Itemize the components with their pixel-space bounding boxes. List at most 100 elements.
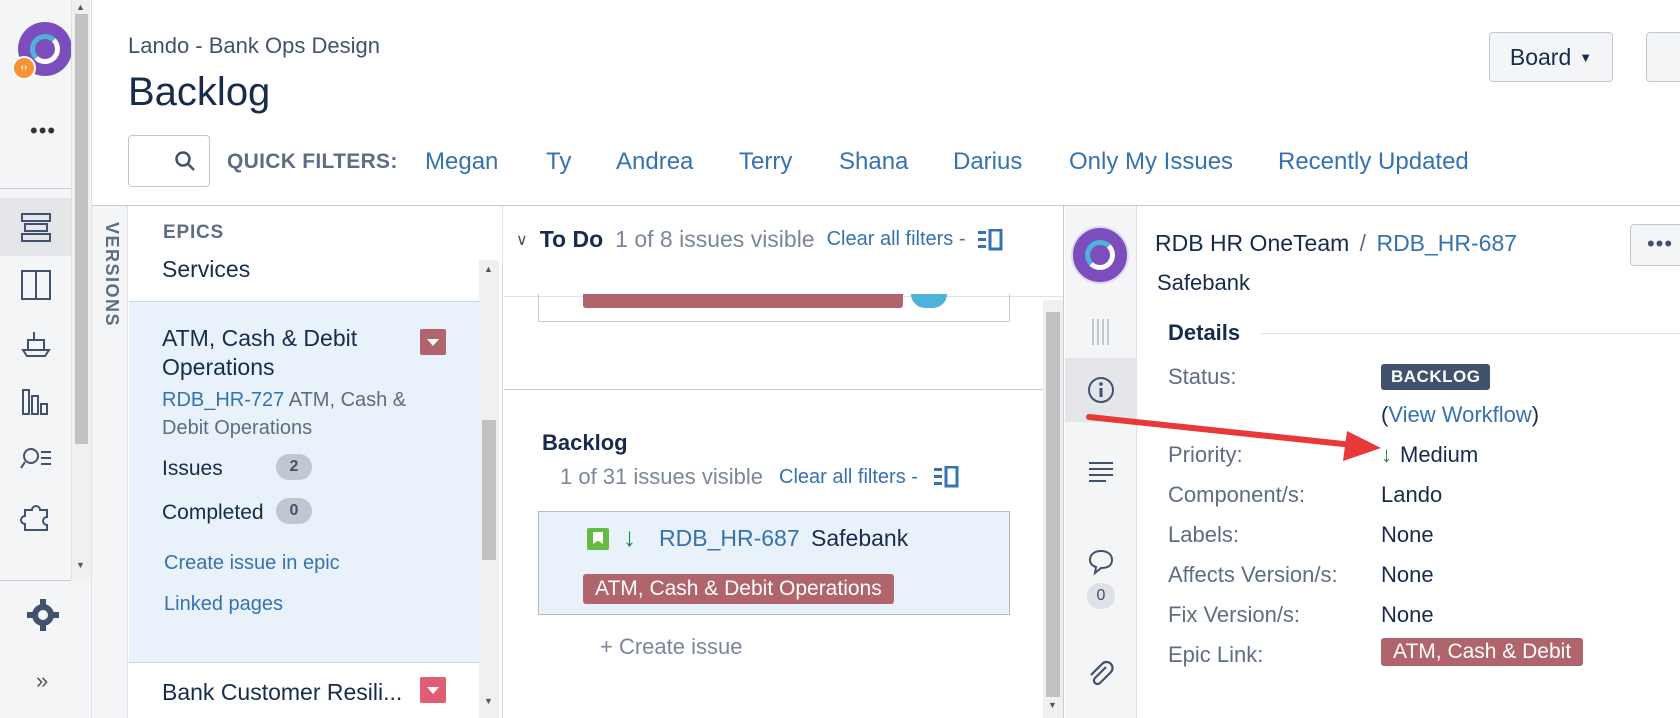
quick-filter-ty[interactable]: Ty [546, 148, 571, 176]
status-label: Status: [1168, 364, 1237, 389]
epic-key-line: RDB_HR-727 ATM, Cash & Debit Operations [162, 386, 442, 442]
annotation-arrow-icon [1086, 414, 1381, 461]
component-value-link[interactable]: Lando [1381, 482, 1442, 508]
app-sidebar: ‹› ••• » ▲ ▼ [0, 0, 92, 718]
board-menu-button[interactable]: Board ▼ [1489, 32, 1613, 82]
epic-dropdown-chevron-down-icon[interactable] [420, 329, 446, 355]
epic-link-field: ATM, Cash & Debit [1381, 638, 1584, 666]
details-section-title: Details [1168, 320, 1241, 345]
assignee-avatar [911, 294, 947, 308]
visible-count: 1 of 31 issues visible [560, 464, 763, 489]
epic-item-atm-cash-debit[interactable]: ATM, Cash & Debit Operations RDB_HR-727 … [129, 301, 479, 663]
backlog-search-input[interactable] [128, 135, 210, 187]
priority-arrow-down-icon: ↓ [623, 522, 636, 552]
epics-heading: EPICS [163, 222, 225, 243]
quick-filters-label: QUICK FILTERS: [227, 150, 398, 173]
releases-ship-icon[interactable] [0, 314, 71, 372]
labels-value[interactable]: None [1381, 522, 1434, 548]
quick-filter-shana[interactable]: Shana [839, 148, 908, 176]
show-issues-toggle-icon[interactable] [977, 228, 1004, 251]
priority-value: Medium [1400, 442, 1479, 467]
expand-sidebar-icon[interactable]: » [36, 668, 48, 694]
quick-filter-andrea[interactable]: Andrea [616, 148, 693, 176]
status-field: BACKLOG [1381, 362, 1491, 390]
view-workflow: (View Workflow) [1381, 402, 1539, 428]
project-avatar [1071, 226, 1129, 284]
more-icon[interactable]: ••• [30, 118, 56, 144]
epic-item-bank-customer[interactable]: Bank Customer Resili... [162, 678, 412, 707]
component-label: Component/s: [1168, 482, 1305, 507]
search-icon [175, 151, 195, 171]
attachment-paperclip-icon[interactable] [1065, 642, 1137, 706]
epic-issues-label: Issues [162, 457, 223, 480]
epic-key-link[interactable]: RDB_HR-727 [162, 389, 284, 411]
collapse-header-button[interactable] [1646, 32, 1680, 82]
details-rule [1261, 333, 1680, 334]
more-actions-button[interactable]: ••• [1630, 224, 1680, 266]
sprint-divider [504, 389, 1044, 390]
quick-filter-megan[interactable]: Megan [425, 148, 498, 176]
collapse-chevron-icon[interactable]: ∨ [516, 230, 528, 250]
backlog-section-title: Backlog [542, 430, 628, 455]
versions-label[interactable]: VERSIONS [101, 222, 122, 327]
sidebar-divider [0, 580, 71, 581]
issue-summary[interactable]: Safebank [1157, 270, 1250, 296]
board-button-label: Board [1509, 43, 1572, 70]
board-nav-icon[interactable] [0, 256, 71, 314]
settings-gear-icon[interactable] [26, 598, 60, 632]
todo-issue-card[interactable] [538, 294, 1010, 322]
drag-handle-icon[interactable] [1065, 300, 1137, 364]
clear-all-filters-link[interactable]: Clear all filters - [827, 228, 966, 251]
affects-version-value[interactable]: None [1381, 562, 1434, 588]
epics-scrollbar[interactable]: ▲ ▼ [479, 260, 499, 718]
breadcrumb-separator: / [1359, 230, 1367, 256]
epic-link-lozenge[interactable]: ATM, Cash & Debit [1381, 638, 1584, 666]
issue-epic-lozenge[interactable]: ATM, Cash & Debit Operations [583, 574, 894, 604]
project-type-badge-icon: ‹› [12, 56, 36, 80]
epic-completed-label: Completed [162, 501, 264, 524]
issue-search-icon[interactable] [0, 430, 71, 488]
fix-version-value[interactable]: None [1381, 602, 1434, 628]
reports-chart-icon[interactable] [0, 372, 71, 430]
show-issues-toggle-icon[interactable] [933, 466, 960, 488]
epic-issues-count: 2 [276, 454, 312, 480]
sidebar-scrollbar[interactable]: ▲ ▼ [71, 0, 90, 580]
fix-version-label: Fix Version/s: [1168, 602, 1301, 627]
create-issue-button[interactable]: + Create issue [600, 634, 742, 660]
issue-key-link[interactable]: RDB_HR-687 [1376, 230, 1517, 256]
issue-summary: Safebank [811, 525, 909, 551]
linked-pages-link[interactable]: Linked pages [164, 593, 283, 616]
project-breadcrumb[interactable]: Lando - Bank Ops Design [128, 33, 380, 59]
backlog-nav-icon[interactable] [0, 198, 71, 256]
priority-field[interactable]: ↓ Medium [1381, 442, 1478, 468]
comment-bubble-icon [1088, 549, 1114, 576]
backlog-issue-card[interactable]: ↓ RDB_HR-687 Safebank ATM, Cash & Debit … [538, 511, 1010, 615]
visible-count: 1 of 8 issues visible [615, 226, 815, 252]
quick-filter-terry[interactable]: Terry [739, 148, 792, 176]
caret-down-icon: ▼ [1579, 49, 1593, 65]
quick-filter-recently-updated[interactable]: Recently Updated [1278, 148, 1469, 176]
view-workflow-link[interactable]: View Workflow [1388, 402, 1531, 427]
project-link[interactable]: RDB HR OneTeam [1155, 230, 1349, 256]
add-ons-puzzle-icon[interactable] [0, 488, 71, 546]
epic-dropdown-chevron-down-icon[interactable] [420, 677, 446, 703]
backlog-scrollbar[interactable]: ▼ [1043, 300, 1063, 718]
comment-count: 0 [1087, 583, 1115, 609]
backlog-subheader: 1 of 31 issues visible Clear all filters… [560, 464, 960, 490]
clear-all-filters-link[interactable]: Clear all filters - [779, 466, 918, 489]
status-lozenge[interactable]: BACKLOG [1381, 364, 1491, 390]
epic-item-services[interactable]: Services [162, 256, 250, 283]
quick-filter-only-my-issues[interactable]: Only My Issues [1069, 148, 1233, 176]
quick-filter-darius[interactable]: Darius [953, 148, 1022, 176]
affects-version-label: Affects Version/s: [1168, 562, 1338, 587]
epic-lozenge [583, 294, 903, 308]
epics-panel: EPICS Services ATM, Cash & Debit Operati… [129, 206, 503, 718]
create-issue-in-epic-link[interactable]: Create issue in epic [164, 552, 340, 575]
epic-name: ATM, Cash & Debit Operations [162, 325, 358, 380]
comments-tab[interactable]: 0 [1065, 530, 1137, 626]
page-title: Backlog [128, 70, 271, 114]
sprint-header-todo: ∨ To Do 1 of 8 issues visible Clear all … [516, 226, 1004, 253]
backlog-column: ∨ To Do 1 of 8 issues visible Clear all … [504, 206, 1064, 718]
sprint-title: To Do [539, 226, 604, 252]
issue-key-link[interactable]: RDB_HR-687 [659, 525, 800, 552]
